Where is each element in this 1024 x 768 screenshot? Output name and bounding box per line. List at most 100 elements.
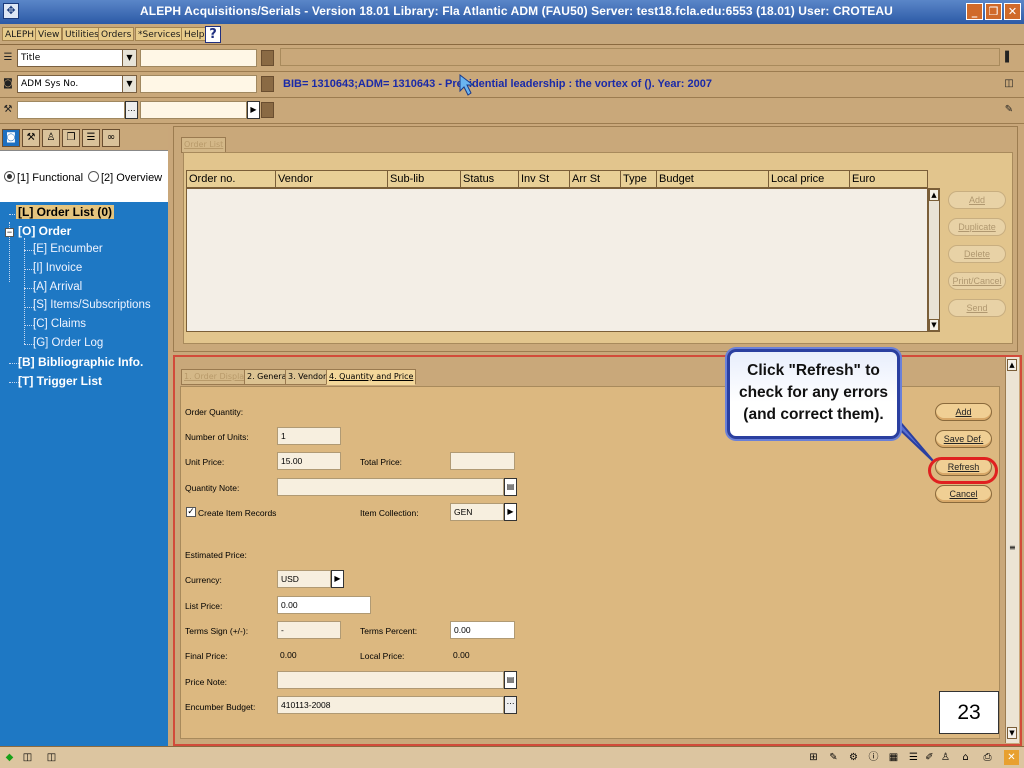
play-icon[interactable]: ▶ [504, 503, 517, 521]
browse-dots-button[interactable]: ⋯ [504, 696, 517, 714]
disk-icon-2[interactable]: ◫ [44, 750, 59, 765]
tree-invoice[interactable]: [I] Invoice [33, 262, 82, 274]
restore-button[interactable]: ❐ [985, 3, 1002, 20]
tree-trigger-list[interactable]: [T] Trigger List [18, 374, 102, 388]
exit-icon[interactable]: ✕ [1004, 750, 1019, 765]
col-local-price[interactable]: Local price [768, 171, 849, 187]
delete-button[interactable]: Delete [948, 245, 1006, 263]
search-input-3[interactable] [17, 101, 125, 119]
search-go-button[interactable] [261, 50, 274, 66]
currency-input[interactable]: USD [277, 570, 331, 588]
minimize-button[interactable]: _ [966, 3, 983, 20]
order-list-table[interactable] [186, 188, 928, 332]
link-icon[interactable]: ⚙ [846, 750, 861, 765]
tree-order-log[interactable]: [G] Order Log [33, 337, 103, 349]
printer-icon[interactable]: ⎙ [980, 750, 995, 765]
form-scrollbar[interactable]: ▲ ≡ ▼ [1005, 357, 1019, 743]
total-price-input[interactable] [450, 452, 515, 470]
unit-price-input[interactable]: 15.00 [277, 452, 341, 470]
search-input-4[interactable] [140, 101, 247, 119]
play-icon[interactable]: ▶ [247, 101, 260, 119]
scroll-icon[interactable]: ▌ [1002, 51, 1016, 65]
help-icon[interactable]: ? [205, 26, 221, 43]
list-price-input[interactable]: 0.00 [277, 596, 371, 614]
tree-bibliographic[interactable]: [B] Bibliographic Info. [18, 355, 143, 369]
print-cancel-button[interactable]: Print/Cancel [948, 272, 1006, 290]
menu-view[interactable]: View [35, 27, 63, 41]
note-editor-icon[interactable]: ▤ [504, 671, 517, 689]
tab-order-list[interactable]: Order List [181, 137, 227, 153]
index-select-admsys[interactable]: ADM Sys No. ▼ [17, 75, 137, 93]
disk-icon[interactable]: ◫ [20, 750, 35, 765]
search-go-button[interactable] [261, 102, 274, 118]
search-input-admsys[interactable] [140, 75, 257, 93]
tree-items-subscriptions[interactable]: [S] Items/Subscriptions [33, 299, 151, 311]
user-icon[interactable]: ♙ [938, 750, 953, 765]
number-of-units-input[interactable]: 1 [277, 427, 341, 445]
tab-order-display[interactable]: 1. Order Display [181, 369, 252, 385]
tree-claims[interactable]: [C] Claims [33, 318, 86, 330]
app-icon[interactable]: ✥ [3, 3, 19, 19]
col-status[interactable]: Status [460, 171, 518, 187]
list-icon[interactable]: ☰ [82, 129, 100, 147]
calculator-icon[interactable]: ▦ [886, 750, 901, 765]
network-icon[interactable]: ⊞ [806, 750, 821, 765]
info-icon[interactable]: ⓘ [866, 750, 881, 765]
edit-icon[interactable]: ✎ [826, 750, 841, 765]
list-icon[interactable]: ☰ [906, 750, 921, 765]
menu-orders[interactable]: Orders [98, 27, 135, 41]
order-list-scrollbar[interactable]: ▲ ▼ [928, 188, 940, 332]
search-go-button[interactable] [261, 76, 274, 92]
scroll-down-icon[interactable]: ▼ [1007, 727, 1017, 739]
menu-help[interactable]: Help [181, 27, 208, 41]
send-button[interactable]: Send [948, 299, 1006, 317]
scroll-up-icon[interactable]: ▲ [929, 189, 939, 201]
duplicate-button[interactable]: Duplicate [948, 218, 1006, 236]
copy-icon[interactable]: ❐ [62, 129, 80, 147]
encumber-budget-input[interactable]: 410113-2008 [277, 696, 504, 714]
tab-quantity-price[interactable]: 4. Quantity and Price [326, 369, 417, 385]
tree-order-list[interactable]: [L] Order List (0) [16, 205, 115, 219]
tools-icon[interactable]: ⚒ [22, 129, 40, 147]
play-icon[interactable]: ▶ [331, 570, 344, 588]
menu-services[interactable]: *Services [135, 27, 184, 41]
cancel-button[interactable]: Cancel [935, 485, 992, 503]
scroll-grip-icon[interactable]: ≡ [1009, 543, 1016, 552]
col-budget[interactable]: Budget [656, 171, 768, 187]
create-item-records-checkbox[interactable]: ✓ [186, 507, 196, 517]
record-nav-icon[interactable]: ◫ [1002, 77, 1016, 91]
pen-icon[interactable]: ✐ [922, 750, 937, 765]
radio-overview[interactable]: [2] Overview [88, 171, 162, 184]
scroll-up-icon[interactable]: ▲ [1007, 359, 1017, 371]
menu-aleph[interactable]: ALEPH [2, 27, 38, 41]
col-vendor[interactable]: Vendor [275, 171, 387, 187]
index-select-title[interactable]: Title ▼ [17, 49, 137, 67]
add-button-disabled[interactable]: Add [948, 191, 1006, 209]
tab-vendor[interactable]: 3. Vendor [285, 369, 330, 385]
tree-order[interactable]: [O] Order [18, 224, 71, 238]
scroll-down-icon[interactable]: ▼ [929, 319, 939, 331]
item-collection-input[interactable]: GEN [450, 503, 504, 521]
col-euro[interactable]: Euro [849, 171, 927, 187]
col-sub-lib[interactable]: Sub-lib [387, 171, 460, 187]
menu-utilities[interactable]: Utilities [62, 27, 102, 41]
record-icon[interactable]: ◙ [2, 129, 20, 147]
radio-functional[interactable]: [1] Functional [4, 171, 83, 184]
binoculars-icon[interactable]: ∞ [102, 129, 120, 147]
col-inv-st[interactable]: Inv St [518, 171, 569, 187]
quantity-note-input[interactable] [277, 478, 504, 496]
terms-percent-input[interactable]: 0.00 [450, 621, 515, 639]
library-icon[interactable]: ⌂ [958, 750, 973, 765]
col-order-no[interactable]: Order no. [187, 171, 275, 187]
search-input-title[interactable] [140, 49, 257, 67]
clear-icon[interactable]: ✎ [1002, 103, 1016, 117]
price-note-input[interactable] [277, 671, 504, 689]
col-type[interactable]: Type [620, 171, 656, 187]
add-button[interactable]: Add [935, 403, 992, 421]
bag-icon[interactable]: ♙ [42, 129, 60, 147]
note-editor-icon[interactable]: ▤ [504, 478, 517, 496]
terms-sign-input[interactable]: - [277, 621, 341, 639]
close-button[interactable]: ✕ [1004, 3, 1021, 20]
tree-encumber[interactable]: [E] Encumber [33, 243, 103, 255]
browse-dots-button[interactable]: … [125, 101, 138, 119]
